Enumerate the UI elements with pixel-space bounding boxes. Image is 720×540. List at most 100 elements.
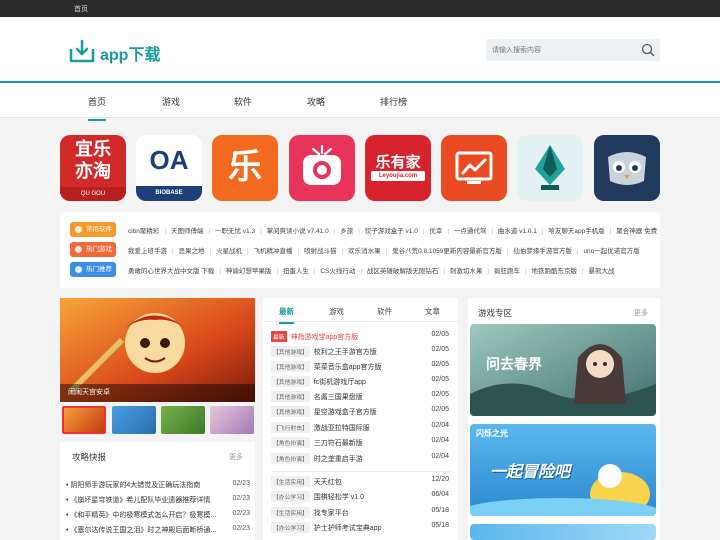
banner-thumb[interactable]	[112, 406, 156, 434]
zone-banner[interactable]: 问去春界	[470, 324, 656, 416]
pen-teal-icon[interactable]	[517, 135, 583, 201]
tab-articles[interactable]: 文章	[425, 306, 440, 317]
tag-link[interactable]: CS火线行动	[320, 268, 355, 275]
search-input[interactable]	[492, 43, 632, 57]
item-name: 激战亚拉特国际服	[313, 425, 370, 432]
nav-software[interactable]: 软件	[234, 95, 252, 108]
nav-home[interactable]: 首页	[88, 95, 107, 121]
tag-link[interactable]: 地铁跑酷东京版	[531, 268, 577, 275]
banner-thumb[interactable]	[161, 406, 205, 434]
list-item[interactable]: 【生活实用】 找专家平台 05/18	[271, 507, 453, 521]
leyoujia-icon[interactable]: 乐有家 Leyoujia.com	[365, 135, 431, 201]
item-name: 找专家平台	[313, 510, 349, 517]
category-badge: 【其他游戏】	[271, 361, 310, 372]
chart-orange-icon[interactable]	[441, 135, 507, 201]
banner-thumb[interactable]	[62, 406, 106, 434]
banner-thumb[interactable]	[210, 406, 254, 434]
nav-strategy[interactable]: 攻略	[307, 95, 325, 108]
news-date: 02/23	[232, 495, 250, 502]
list-item[interactable]: 最新 神指游戏宝app官方版 02/05	[271, 331, 453, 345]
list-item[interactable]: 【其他游戏】 菜菜音乐盒app官方版 02/05	[271, 361, 453, 375]
news-item[interactable]: • 《和平精英》中的极寒模式怎么开启？极寒模... 02/23	[66, 510, 250, 520]
tag-link[interactable]: 刺激切水果	[450, 268, 483, 275]
tag-link[interactable]: 暴熊大战	[588, 268, 614, 275]
news-item[interactable]: • 《塞尔达传说王国之泪》时之神殿后面断桥通... 02/23	[66, 525, 250, 535]
tag-link[interactable]: 鬼谷八荒0.8.1059更新内容最新官方版	[392, 248, 502, 255]
zone-banner[interactable]	[470, 524, 656, 540]
le-orange-icon[interactable]: 乐	[212, 135, 278, 201]
owl-navy-icon[interactable]	[594, 135, 660, 201]
tag-link[interactable]: 飞机精冲直播	[254, 248, 293, 255]
topbar-home-link[interactable]: 首页	[74, 4, 88, 14]
camera-pink-icon[interactable]	[289, 135, 355, 201]
app-icon-text: 宜乐	[75, 139, 111, 159]
tab-software[interactable]: 软件	[377, 306, 392, 317]
item-name: 菜菜音乐盒app官方版	[313, 364, 382, 371]
tab-games[interactable]: 游戏	[329, 306, 344, 317]
tab-latest[interactable]: 最新	[279, 306, 294, 324]
nav-games[interactable]: 游戏	[162, 95, 180, 108]
news-item[interactable]: • 阴阳师手游玩家的4大错觉及正确玩法指南 02/23	[66, 480, 250, 490]
search-icon[interactable]	[640, 42, 656, 58]
tag-row-common-software: 常用软件 cibn聚精彩 | 天图师傅端 | 一职无忧 v1.3 | 掌阅爽读小说 v…	[70, 222, 660, 238]
more-link[interactable]: 更多	[229, 452, 243, 462]
tag-link[interactable]: 勇敢的心世界大战中文版 下载	[128, 268, 214, 275]
item-date: 12/20	[431, 476, 449, 483]
tag-link[interactable]: 恶果之地	[179, 248, 205, 255]
tag-panel: 常用软件 cibn聚精彩 | 天图师傅端 | 一职无忧 v1.3 | 掌阅爽读小说 v…	[60, 212, 660, 288]
latest-tabs: 最新 游戏 软件 文章	[263, 298, 458, 324]
tag-link[interactable]: 喷射战斗猫	[304, 248, 337, 255]
oa-biobase-icon[interactable]: OA BIOBASE	[136, 135, 202, 201]
tag-row-hot-recommend: 热门推荐 勇敢的心世界大战中文版 下载 | 神谕幻想苹果版 | 扭蛋人生 | CS火线…	[70, 262, 660, 278]
list-item[interactable]: 【办公学习】 护士护师考试宝典app 05/18	[271, 522, 453, 536]
category-badge: 【角色扮演】	[271, 437, 310, 448]
feature-banner[interactable]: 闹闹天宫安卓	[60, 298, 255, 402]
zone-banner[interactable]: 闪烁之光 一起冒险吧	[470, 424, 656, 516]
app-icon-caption: Leyoujia.com	[371, 171, 425, 181]
tag-link[interactable]: 一点通代驾	[454, 228, 487, 235]
tag-link[interactable]: 欢乐消水果	[348, 248, 381, 255]
tag-link[interactable]: 优幸	[429, 228, 442, 235]
news-date: 02/23	[232, 525, 250, 532]
list-item[interactable]: 【其他游戏】 fc街机游戏厅app 02/05	[271, 376, 453, 390]
tag-link[interactable]: 仙伯梦缘手游官方版	[513, 248, 572, 255]
tag-link[interactable]: 扭蛋人生	[283, 268, 309, 275]
tag-link[interactable]: 战区英雄破解版无限钻石	[367, 268, 439, 275]
site-logo[interactable]: app下载	[68, 39, 168, 65]
list-item[interactable]: 【其他游戏】 名酱三国果盘版 02/05	[271, 391, 453, 405]
list-item[interactable]: 【角色扮演】 时之垄重启手游 02/04	[271, 453, 453, 467]
tag-link[interactable]: 疯狂跑车	[494, 268, 520, 275]
tag-link[interactable]: 聚合神器 免费	[616, 228, 657, 235]
banner-caption: 闹闹天宫安卓	[60, 384, 255, 402]
item-date: 05/18	[431, 522, 449, 529]
tag-row-hot-games: 热门游戏 我爱上班手游 | 恶果之地 | 火星战机 | 飞机精冲直播 | 喷射战斗猫 | …	[70, 242, 660, 258]
yile-yitao-icon[interactable]: 宜乐 亦淘 QU GOU	[60, 135, 126, 201]
list-item[interactable]: 【办公学习】 围棋轻松学 v1.0 06/04	[271, 491, 453, 505]
news-item[interactable]: • 《崩坏星穹铁道》希儿配队毕业遗器推荐详情 02/23	[66, 495, 250, 505]
list-item[interactable]: 【其他游戏】 星空游戏盒子官方版 02/05	[271, 406, 453, 420]
tag-link[interactable]: cibn聚精彩	[128, 228, 159, 235]
tag-link[interactable]: 哈友聊天app手机版	[548, 228, 604, 235]
list-item[interactable]: 【其他游戏】 校利之王手游官方版 02/05	[271, 346, 453, 360]
tag-link[interactable]: 天图师傅端	[171, 228, 204, 235]
category-badge: 【其他游戏】	[271, 391, 310, 402]
item-date: 05/18	[431, 507, 449, 514]
tag-link[interactable]: 乡旅	[340, 228, 353, 235]
item-date: 02/05	[431, 391, 449, 398]
item-date: 02/05	[431, 331, 449, 338]
tag-link[interactable]: uno一起优诺官方版	[583, 248, 639, 255]
item-name: 时之垄重启手游	[313, 456, 363, 463]
list-item[interactable]: 【飞行射击】 激战亚拉特国际服 02/04	[271, 422, 453, 436]
tag-link[interactable]: 曲水道 v1.0.1	[498, 228, 537, 235]
tag-link[interactable]: 神谕幻想苹果版	[226, 268, 272, 275]
zone-banner-caption: 一起冒险吧	[490, 464, 571, 481]
tag-link[interactable]: 火星战机	[216, 248, 242, 255]
tag-link[interactable]: 一职无忧 v1.3	[215, 228, 255, 235]
tag-link[interactable]: 饺子游戏盒子 v1.0	[365, 228, 418, 235]
list-item[interactable]: 【角色扮演】 三刀符石最新版 02/04	[271, 437, 453, 451]
tag-link[interactable]: 掌阅爽读小说 v7.41.0	[267, 228, 329, 235]
list-item[interactable]: 【生活实用】 天天红包 12/20	[271, 476, 453, 490]
tag-link[interactable]: 我爱上班手游	[128, 248, 167, 255]
more-link[interactable]: 更多	[634, 308, 648, 318]
nav-ranking[interactable]: 排行榜	[380, 95, 407, 108]
